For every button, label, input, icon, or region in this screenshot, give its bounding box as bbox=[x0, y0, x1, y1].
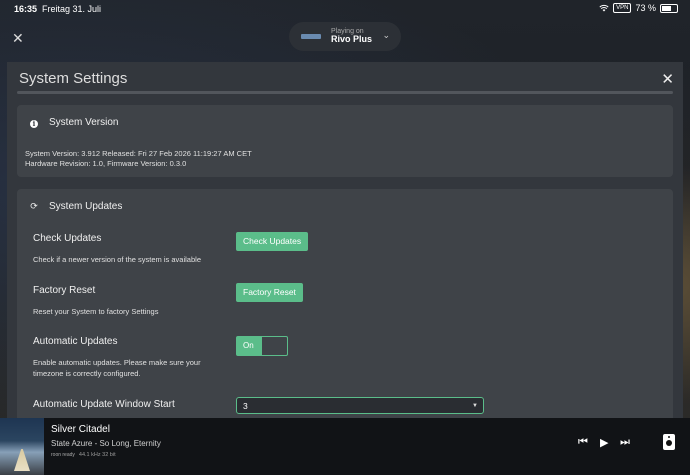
play-icon[interactable]: ▶ bbox=[600, 436, 608, 449]
status-time: 16:35 bbox=[14, 4, 38, 14]
playing-on-device: Rivo Plus bbox=[331, 34, 373, 45]
track-title: Silver Citadel bbox=[51, 424, 110, 435]
check-updates-row: Check Updates Check if a newer version o… bbox=[33, 232, 653, 266]
dialog-title: System Settings bbox=[19, 70, 128, 87]
track-artist: State Azure - So Long, Eternity bbox=[51, 439, 161, 448]
device-icon bbox=[301, 34, 321, 39]
factory-reset-row: Factory Reset Reset your System to facto… bbox=[33, 283, 653, 318]
system-version-text: System Version: 3.912 Released: Fri 27 F… bbox=[25, 149, 252, 158]
toggle-on-label: On bbox=[237, 337, 262, 355]
system-version-heading: System Version bbox=[49, 117, 119, 128]
refresh-icon: ⟳ bbox=[30, 201, 38, 211]
audio-format: 44.1 kHz 32 bit bbox=[78, 452, 116, 458]
automatic-updates-row: Automatic Updates Enable automatic updat… bbox=[33, 336, 653, 380]
chevron-down-icon: ⌄ bbox=[382, 30, 390, 40]
check-updates-button[interactable]: Check Updates bbox=[236, 232, 309, 251]
close-icon[interactable]: ✕ bbox=[12, 30, 24, 47]
album-art[interactable] bbox=[0, 418, 44, 475]
automatic-updates-title: Automatic Updates bbox=[33, 336, 118, 347]
factory-reset-title: Factory Reset bbox=[33, 285, 96, 296]
info-icon: i bbox=[30, 119, 38, 128]
system-updates-heading: System Updates bbox=[49, 201, 123, 212]
divider bbox=[17, 91, 673, 94]
speaker-zone-icon[interactable] bbox=[663, 434, 675, 450]
update-window-select[interactable]: 3 ▼ bbox=[236, 397, 484, 414]
previous-track-icon[interactable]: ⏮ bbox=[578, 436, 588, 449]
battery-icon bbox=[660, 3, 678, 13]
now-playing-bar[interactable]: Silver Citadel State Azure - So Long, Et… bbox=[0, 418, 690, 475]
check-updates-desc: Check if a newer version of the system i… bbox=[33, 255, 201, 264]
status-date: Freitag 31. Juli bbox=[42, 4, 102, 14]
update-window-value: 3 bbox=[243, 401, 248, 411]
automatic-updates-toggle[interactable]: On bbox=[236, 336, 288, 356]
roon-ready-badge: roon ready bbox=[51, 451, 75, 458]
battery-percent: 73 % bbox=[635, 3, 656, 13]
system-version-card: i System Version System Version: 3.912 R… bbox=[17, 105, 673, 177]
dialog-close-icon[interactable]: ✕ bbox=[661, 70, 674, 88]
wifi-icon bbox=[599, 4, 609, 12]
caret-down-icon: ▼ bbox=[472, 403, 478, 409]
check-updates-title: Check Updates bbox=[33, 233, 102, 244]
settings-dialog: System Settings ✕ i System Version Syste… bbox=[7, 62, 683, 422]
vpn-badge: VPN bbox=[613, 3, 632, 13]
update-window-row: Automatic Update Window Start 3 ▼ bbox=[33, 397, 653, 414]
factory-reset-desc: Reset your System to factory Settings bbox=[33, 307, 159, 316]
next-track-icon[interactable]: ⏭ bbox=[620, 436, 630, 449]
system-updates-card: ⟳ System Updates Check Updates Check if … bbox=[17, 189, 673, 422]
playing-on-selector[interactable]: Playing on Rivo Plus ⌄ bbox=[289, 22, 401, 51]
hardware-revision-text: Hardware Revision: 1.0, Firmware Version… bbox=[25, 159, 187, 168]
factory-reset-button[interactable]: Factory Reset bbox=[236, 283, 303, 302]
status-bar: 16:35 Freitag 31. Juli VPN 73 % bbox=[0, 0, 690, 18]
automatic-updates-desc: Enable automatic updates. Please make su… bbox=[33, 358, 201, 378]
